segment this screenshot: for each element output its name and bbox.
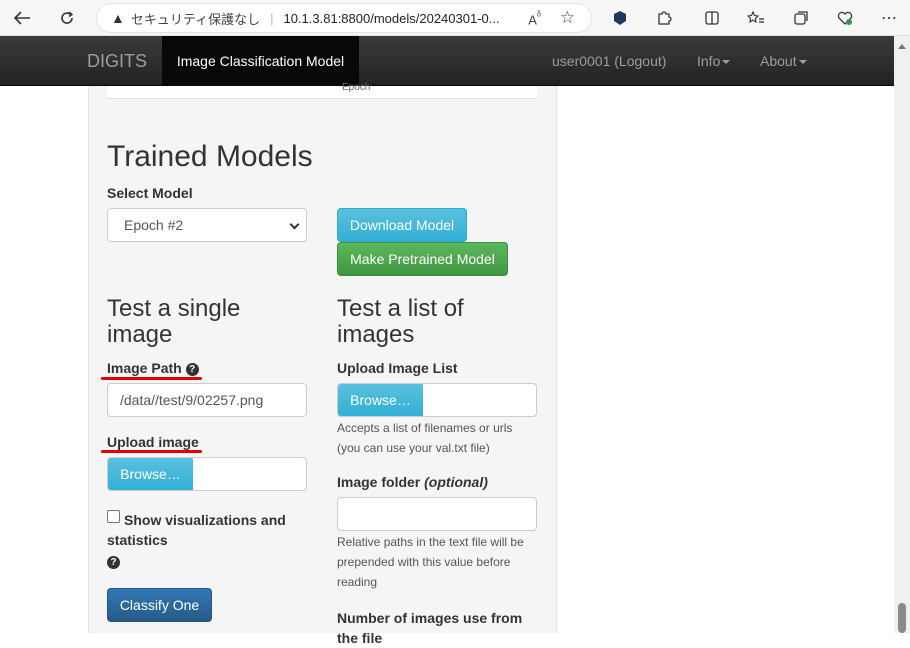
select-model-label: Select Model (107, 185, 193, 201)
favorite-star-icon[interactable]: ☆ (560, 8, 575, 28)
help-question-icon[interactable]: ? (107, 556, 120, 569)
image-path-label: Image Path? (107, 360, 199, 376)
brand-logo[interactable]: DIGITS (87, 51, 147, 72)
url-text[interactable]: 10.1.3.81:8800/models/20240301-0... (283, 11, 515, 26)
chevron-down-icon (289, 219, 300, 230)
extensions-puzzle-icon[interactable] (652, 6, 676, 30)
show-visualizations-label[interactable]: Show visualizations and statistics (107, 510, 297, 550)
image-folder-optional: (optional) (424, 474, 488, 490)
image-folder-label: Image folder (optional) (337, 474, 488, 490)
upload-image-file-input[interactable]: Browse… (107, 457, 307, 491)
help-question-icon[interactable]: ? (185, 363, 199, 376)
upload-image-list-file-input[interactable]: Browse… (337, 383, 537, 417)
browser-essentials-heart-icon[interactable] (833, 6, 857, 30)
trained-models-heading: Trained Models (107, 140, 313, 173)
user-logout-link[interactable]: user0001 (Logout) (552, 53, 666, 69)
extension-shield-icon[interactable] (608, 6, 632, 30)
browser-toolbar: ▲ セキュリティ保護なし | 10.1.3.81:8800/models/202… (0, 0, 910, 36)
about-caret-icon (798, 60, 807, 65)
model-select[interactable]: Epoch #2 (107, 208, 307, 242)
upload-list-help-text: Accepts a list of filenames or urls (you… (337, 421, 513, 455)
training-chart-bottom: Epoch (107, 82, 537, 99)
reload-icon[interactable] (55, 6, 79, 30)
about-dropdown[interactable]: About (760, 53, 807, 69)
read-aloud-icon[interactable]: Aᵟ (528, 10, 541, 27)
scrollbar-thumb[interactable] (898, 603, 906, 633)
model-select-value: Epoch #2 (124, 217, 184, 233)
about-dropdown-label: About (760, 53, 797, 69)
not-secure-warning-icon: ▲ (111, 10, 125, 26)
image-folder-help-text: Relative paths in the text file will be … (337, 535, 524, 589)
annotation-underline (101, 450, 202, 453)
annotation-underline (101, 377, 202, 380)
chart-x-axis-label: Epoch (342, 82, 371, 93)
image-folder-input[interactable] (337, 497, 537, 531)
browse-button[interactable]: Browse… (108, 458, 193, 490)
number-of-images-label: Number of images use from the file (337, 610, 523, 646)
back-arrow-icon[interactable] (10, 6, 34, 30)
security-status: セキュリティ保護なし (130, 11, 261, 27)
more-menu-icon[interactable]: ⋯ (877, 6, 901, 30)
single-image-heading: Test a single image (107, 295, 241, 348)
info-dropdown-label: Info (697, 53, 721, 69)
browse-button[interactable]: Browse… (338, 384, 423, 416)
info-dropdown[interactable]: Info (697, 53, 731, 69)
address-separator: | (270, 10, 274, 26)
nav-active-page[interactable]: Image Classification Model (162, 36, 359, 86)
upload-image-label: Upload image (107, 434, 199, 450)
collections-icon[interactable] (789, 6, 813, 30)
image-folder-label-text: Image folder (337, 474, 421, 490)
classify-one-button[interactable]: Classify One (107, 588, 212, 622)
address-bar[interactable]: ▲ セキュリティ保護なし | 10.1.3.81:8800/models/202… (96, 3, 592, 33)
scroll-up-arrow-icon[interactable] (898, 44, 906, 49)
make-pretrained-button[interactable]: Make Pretrained Model (337, 242, 508, 276)
split-screen-icon[interactable] (700, 6, 724, 30)
list-images-heading: Test a list of images (337, 295, 464, 348)
download-model-button[interactable]: Download Model (337, 208, 467, 242)
upload-image-list-label: Upload Image List (337, 360, 458, 376)
favorites-list-icon[interactable] (744, 6, 768, 30)
image-path-label-text: Image Path (107, 360, 182, 376)
app-navbar: DIGITS Image Classification Model user00… (0, 36, 894, 86)
page-scrollbar[interactable] (894, 36, 910, 633)
info-caret-icon (722, 60, 731, 65)
image-path-input[interactable]: /data//test/9/02257.png (107, 383, 307, 417)
